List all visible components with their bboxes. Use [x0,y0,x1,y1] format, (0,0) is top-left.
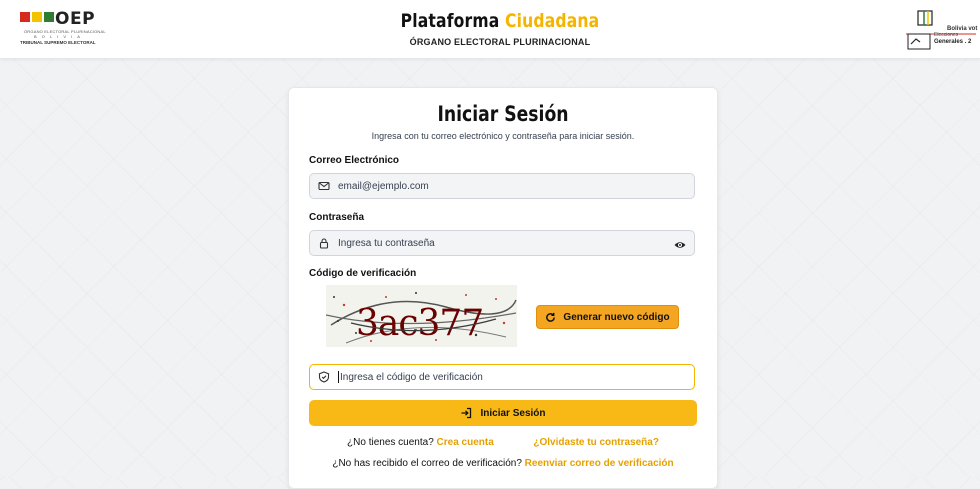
elecciones-logo-text-2: Elecciones [934,32,959,38]
refresh-icon [546,312,556,322]
password-placeholder: Ingresa tu contraseña [338,237,435,249]
generate-code-label: Generar nuevo código [563,311,670,323]
email-placeholder: email@ejemplo.com [338,180,429,192]
elecciones-generales-logo: Bolivia vot Elecciones Generales . 2 [906,8,980,50]
login-arrow-icon [461,407,472,419]
app-header: OEP ÓRGANO ELECTORAL PLURINACIONAL B O L… [0,0,980,59]
oep-logo-country: B O L I V I A [34,34,82,39]
text-caret [338,371,339,383]
verification-code-input[interactable]: Ingresa el código de verificación [309,364,695,390]
verification-code-placeholder: Ingresa el código de verificación [340,371,483,383]
email-label: Correo Electrónico [309,155,400,166]
oep-logo-squares [20,12,54,26]
no-email-text: ¿No has recibido el correo de verificaci… [332,458,522,469]
create-account-link[interactable]: Crea cuenta [437,437,494,448]
captcha-label: Código de verificación [309,268,417,279]
shield-icon [318,371,330,383]
mail-icon [318,180,330,192]
login-title: Iniciar Sesión [437,102,569,126]
login-button-label: Iniciar Sesión [480,407,546,419]
captcha-image: 3ac377 [326,285,517,347]
oep-logo[interactable]: OEP ÓRGANO ELECTORAL PLURINACIONAL B O L… [20,9,110,48]
resend-links-row: ¿No has recibido el correo de verificaci… [289,458,717,469]
password-label: Contraseña [309,212,365,223]
login-card: Iniciar Sesión Ingresa con tu correo ele… [288,87,718,489]
login-button[interactable]: Iniciar Sesión [309,400,697,426]
no-account-text: ¿No tienes cuenta? [347,437,434,448]
elecciones-logo-text-3: Generales . 2 [934,39,972,45]
login-description: Ingresa con tu correo electrónico y cont… [371,131,635,141]
captcha-code-text: 3ac377 [356,303,483,344]
generate-code-button[interactable]: Generar nuevo código [536,305,679,329]
platform-title-block: Plataforma Ciudadana ÓRGANO ELECTORAL PL… [330,10,670,47]
captcha-noise: 3ac377 [326,285,517,347]
show-password-eye-icon[interactable] [674,238,686,250]
platform-subtitle: ÓRGANO ELECTORAL PLURINACIONAL [409,37,591,47]
forgot-password-link[interactable]: ¿Olvidaste tu contraseña? [533,437,659,448]
email-field[interactable]: email@ejemplo.com [309,173,695,199]
lock-icon [318,237,330,249]
resend-verification-link[interactable]: Reenviar correo de verificación [525,458,674,469]
platform-title: Plataforma Ciudadana [400,10,600,32]
oep-logo-text: OEP [55,9,96,29]
oep-logo-tribunal: TRIBUNAL SUPREMO ELECTORAL [20,40,96,45]
account-links-row: ¿No tienes cuenta? Crea cuenta ¿Olvidast… [289,437,717,448]
password-field[interactable]: Ingresa tu contraseña [309,230,695,256]
